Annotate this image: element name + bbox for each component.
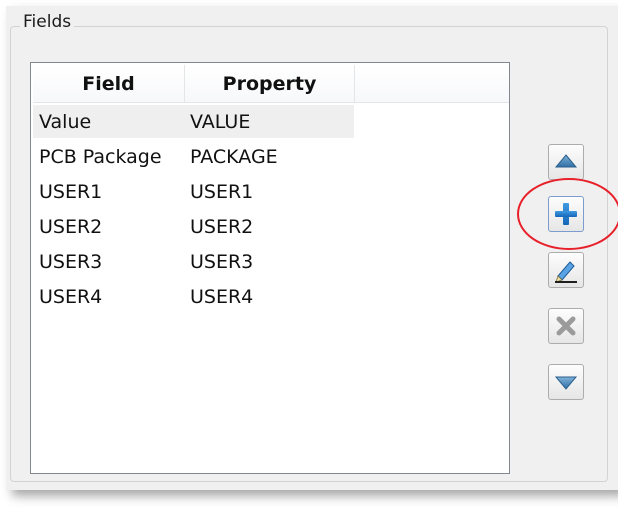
property-cell: USER3 xyxy=(190,251,254,273)
column-header-property[interactable]: Property xyxy=(185,65,355,103)
column-header-filler xyxy=(355,65,509,103)
delete-field-button[interactable] xyxy=(548,308,584,344)
field-cell: USER2 xyxy=(39,216,103,238)
property-cell: USER1 xyxy=(190,181,254,203)
add-field-button[interactable] xyxy=(548,196,584,232)
fields-rows: Value VALUE PCB Package PACKAGE USER1 US… xyxy=(33,105,509,315)
field-cell: USER3 xyxy=(39,251,103,273)
field-cell: USER1 xyxy=(39,181,103,203)
table-row[interactable]: USER4 USER4 xyxy=(33,280,509,315)
field-cell: PCB Package xyxy=(39,146,162,168)
table-row[interactable]: USER2 USER2 xyxy=(33,210,509,245)
edit-field-button[interactable] xyxy=(548,252,584,288)
page: Fields Field Property Value VALUE PCB Pa… xyxy=(0,0,618,510)
field-cell: USER4 xyxy=(39,286,103,308)
fields-group-title: Fields xyxy=(20,12,75,32)
table-row[interactable]: USER3 USER3 xyxy=(33,245,509,280)
move-down-button[interactable] xyxy=(548,364,584,400)
table-row[interactable]: Value VALUE xyxy=(33,105,509,140)
table-row[interactable]: PCB Package PACKAGE xyxy=(33,140,509,175)
table-row[interactable]: USER1 USER1 xyxy=(33,175,509,210)
field-cell: Value xyxy=(39,111,92,133)
column-header-field[interactable]: Field xyxy=(33,65,185,103)
property-cell: PACKAGE xyxy=(190,146,278,168)
property-cell: VALUE xyxy=(190,111,251,133)
move-up-button[interactable] xyxy=(548,144,584,180)
property-cell: USER2 xyxy=(190,216,254,238)
property-cell: USER4 xyxy=(190,286,254,308)
fields-list[interactable]: Field Property Value VALUE PCB Package P… xyxy=(30,62,510,474)
